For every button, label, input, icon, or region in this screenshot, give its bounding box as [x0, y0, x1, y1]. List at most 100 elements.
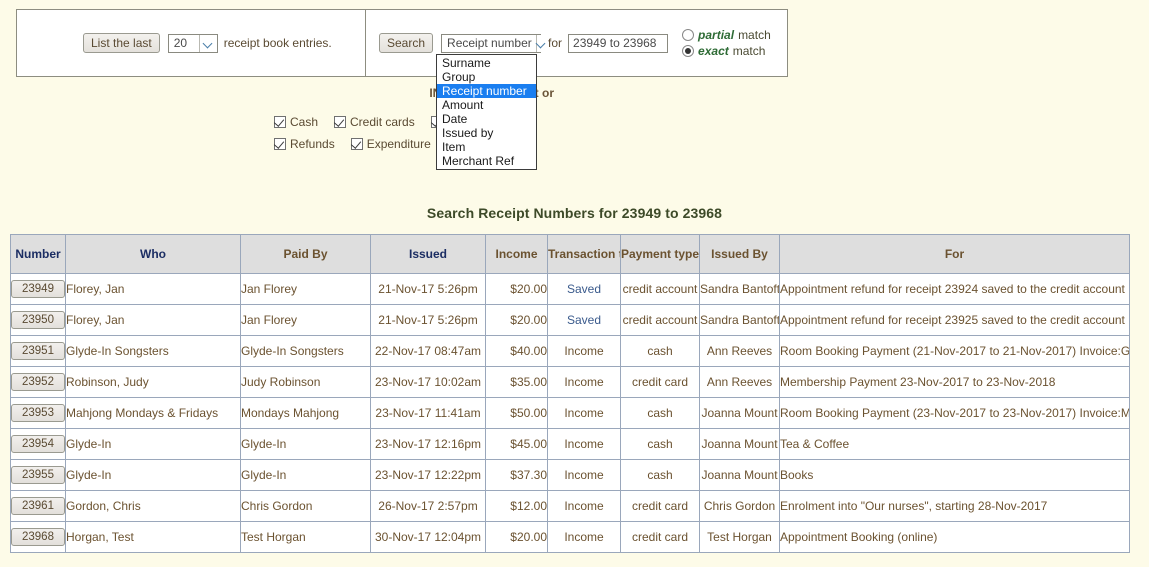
cell-issued-by: Chris Gordon: [699, 490, 780, 522]
cell-payment-type: credit card: [620, 521, 700, 553]
cell-payment-type: cash: [620, 459, 700, 491]
cell-paid-by: Jan Florey: [240, 304, 371, 336]
column-header-issued-by[interactable]: Issued By: [699, 234, 780, 274]
cell-number: 23950: [10, 304, 66, 336]
receipt-number-button[interactable]: 23953: [11, 404, 65, 422]
cell-number: 23949: [10, 273, 66, 305]
cell-for: Appointment refund for receipt 23924 sav…: [779, 273, 1130, 305]
dropdown-option[interactable]: Issued by: [437, 126, 536, 140]
column-header-income[interactable]: Income: [485, 234, 548, 274]
receipt-number-button[interactable]: 23961: [11, 497, 65, 515]
cell-who: Glyde-In: [65, 428, 241, 460]
results-table-wrap: Number Who Paid By Issued Income Transac…: [10, 234, 1130, 553]
cell-transaction-type: Income: [547, 397, 621, 429]
list-the-last-button[interactable]: List the last: [83, 33, 160, 53]
checkbox-icon[interactable]: [274, 116, 286, 128]
cell-who: Florey, Jan: [65, 273, 241, 305]
cell-number: 23955: [10, 459, 66, 491]
column-header-paid-by[interactable]: Paid By: [240, 234, 371, 274]
entry-count-value: 20: [173, 36, 188, 50]
table-row[interactable]: 23954 Glyde-In Glyde-In 23-Nov-17 12:16pm $4…: [10, 428, 1130, 460]
receipt-number-button[interactable]: 23955: [11, 466, 65, 484]
receipt-number-button[interactable]: 23952: [11, 373, 65, 391]
receipt-number-button[interactable]: 23951: [11, 342, 65, 360]
search-button[interactable]: Search: [379, 33, 434, 53]
cell-number: 23954: [10, 428, 66, 460]
cell-transaction-type: Saved: [547, 273, 621, 305]
cell-transaction-type: Income: [547, 428, 621, 460]
dropdown-option[interactable]: Group: [437, 70, 536, 84]
table-row[interactable]: 23955 Glyde-In Glyde-In 23-Nov-17 12:22pm $3…: [10, 459, 1130, 491]
checkbox-refunds[interactable]: Refunds: [274, 137, 335, 151]
cell-who: Glyde-In: [65, 459, 241, 491]
cell-paid-by: Glyde-In Songsters: [240, 335, 371, 367]
table-row[interactable]: 23949 Florey, Jan Jan Florey 21-Nov-17 5:26…: [10, 273, 1130, 305]
cell-issued: 21-Nov-17 5:26pm: [370, 304, 486, 336]
results-table: Number Who Paid By Issued Income Transac…: [10, 234, 1130, 553]
partial-match-option[interactable]: partial match: [682, 28, 771, 42]
cell-paid-by: Mondays Mahjong: [240, 397, 371, 429]
checkbox-icon[interactable]: [274, 138, 286, 150]
table-row[interactable]: 23952 Robinson, Judy Judy Robinson 23-Nov-1…: [10, 366, 1130, 398]
search-field-select[interactable]: Receipt number: [441, 33, 546, 53]
column-header-number[interactable]: Number: [10, 234, 66, 274]
entry-count-select[interactable]: 20: [167, 33, 218, 53]
column-header-who[interactable]: Who: [65, 234, 241, 274]
cell-for: Books: [779, 459, 1130, 491]
dropdown-option[interactable]: Receipt number: [437, 84, 536, 98]
cell-issued: 23-Nov-17 12:16pm: [370, 428, 486, 460]
checkbox-icon[interactable]: [350, 138, 363, 150]
column-header-for[interactable]: For: [779, 234, 1130, 274]
checkbox-credit-cards[interactable]: Credit cards: [334, 115, 415, 129]
cell-issued: 23-Nov-17 10:02am: [370, 366, 486, 398]
receipt-number-button[interactable]: 23950: [11, 311, 65, 329]
checkbox-label: Cash: [290, 115, 319, 129]
search-field-value: Receipt number: [447, 36, 532, 50]
checkbox-cash[interactable]: Cash: [274, 115, 318, 129]
dropdown-option[interactable]: Item: [437, 140, 536, 154]
cell-issued-by: Joanna Mount: [699, 428, 780, 460]
cell-issued-by: Ann Reeves: [699, 366, 780, 398]
checkbox-expenditure[interactable]: Expenditure: [350, 137, 431, 151]
dropdown-option[interactable]: Surname: [437, 56, 536, 70]
radio-partial-icon[interactable]: [682, 29, 695, 41]
cell-issued-by: Sandra Bantoft: [699, 273, 780, 305]
cell-issued-by: Test Horgan: [699, 521, 780, 553]
cell-for: Room Booking Payment (21-Nov-2017 to 21-…: [779, 335, 1130, 367]
table-row[interactable]: 23961 Gordon, Chris Chris Gordon 26-Nov-17 …: [10, 490, 1130, 522]
search-controls-group: Search Receipt number for partial match …: [366, 10, 787, 76]
cell-paid-by: Jan Florey: [240, 273, 371, 305]
dropdown-option[interactable]: Merchant Ref: [437, 154, 536, 168]
column-header-transaction-type[interactable]: Transaction type: [547, 234, 621, 274]
cell-issued: 23-Nov-17 12:22pm: [370, 459, 486, 491]
cell-issued: 30-Nov-17 12:04pm: [370, 521, 486, 553]
cell-payment-type: credit account: [620, 273, 700, 305]
exact-match-option[interactable]: exact match: [682, 44, 771, 58]
column-header-payment-type[interactable]: Payment type: [620, 234, 700, 274]
search-field-dropdown-list[interactable]: Surname Group Receipt number Amount Date Issu…: [436, 54, 537, 170]
column-header-issued[interactable]: Issued: [370, 234, 486, 274]
dropdown-option[interactable]: Date: [437, 112, 536, 126]
receipt-number-button[interactable]: 23968: [11, 528, 65, 546]
table-row[interactable]: 23951 Glyde-In Songsters Glyde-In Songster…: [10, 335, 1130, 367]
receipt-number-button[interactable]: 23954: [11, 435, 65, 453]
cell-for: Membership Payment 23-Nov-2017 to 23-Nov…: [779, 366, 1130, 398]
cell-for: Enrolment into "Our nurses", starting 28…: [779, 490, 1130, 522]
table-row[interactable]: 23950 Florey, Jan Jan Florey 21-Nov-17 5:26…: [10, 304, 1130, 336]
exact-match-strong: exact: [698, 44, 729, 58]
cell-transaction-type: Income: [547, 459, 621, 491]
cell-payment-type: cash: [620, 428, 700, 460]
search-input[interactable]: [568, 33, 669, 53]
receipt-number-button[interactable]: 23949: [11, 280, 65, 298]
checkbox-icon[interactable]: [334, 116, 347, 128]
table-header-row: Number Who Paid By Issued Income Transac…: [10, 234, 1130, 274]
chevron-down-icon: [535, 34, 546, 52]
table-row[interactable]: 23953 Mahjong Mondays & Fridays Mondays Ma…: [10, 397, 1130, 429]
cell-paid-by: Test Horgan: [240, 521, 371, 553]
cell-who: Robinson, Judy: [65, 366, 241, 398]
table-row[interactable]: 23968 Horgan, Test Test Horgan 30-Nov-17 12…: [10, 521, 1130, 553]
radio-exact-icon[interactable]: [682, 45, 695, 57]
cell-transaction-type: Income: [547, 521, 621, 553]
cell-for: Appointment Booking (online): [779, 521, 1130, 553]
dropdown-option[interactable]: Amount: [437, 98, 536, 112]
